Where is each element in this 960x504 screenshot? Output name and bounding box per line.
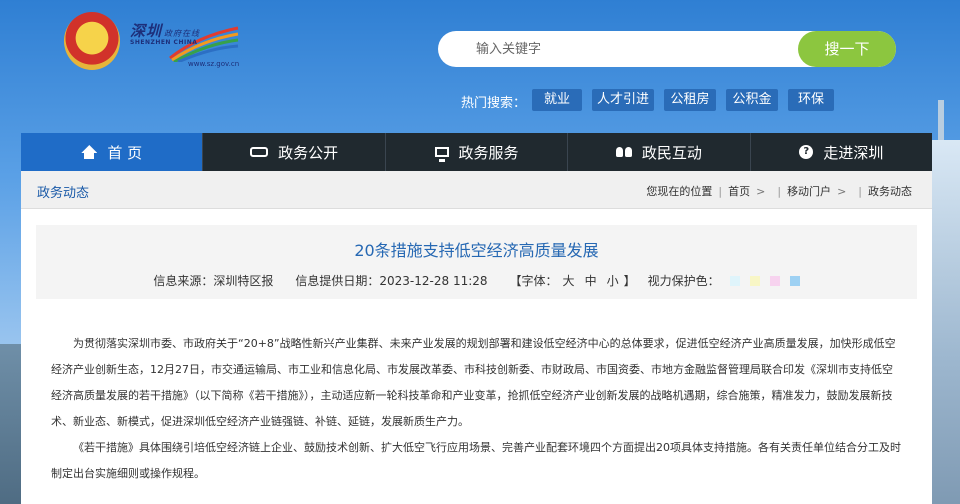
hot-tag-talent[interactable]: 人才引进 (592, 89, 654, 111)
nav-home-label: 首 页 (107, 143, 143, 162)
home-icon (81, 145, 97, 159)
nav-about-shenzhen-label: 走进深圳 (823, 143, 884, 162)
skyline-decoration-left (0, 344, 22, 504)
monitor-icon (434, 147, 449, 162)
font-size-small[interactable]: 小 (607, 272, 619, 289)
hot-tag-housing-fund[interactable]: 公积金 (726, 89, 778, 111)
article-header: 20条措施支持低空经济高质量发展 信息来源：深圳特区报 信息提供日期：2023-… (36, 225, 917, 299)
breadcrumb: 您现在的位置 | 首页 > | 移动门户 > | 政务动态 (646, 183, 912, 199)
nav-about-shenzhen[interactable]: ? 走进深圳 (751, 133, 932, 171)
nav-home[interactable]: 首 页 (21, 133, 204, 171)
national-emblem-icon (64, 12, 120, 70)
location-label: 您现在的位置 (646, 185, 713, 198)
skyline-decoration-right (930, 100, 960, 504)
article-date: 信息提供日期：2023-12-28 11:28 (295, 274, 488, 288)
breadcrumb-divider: | (718, 184, 723, 198)
logo-url-text: www.sz.gov.cn (188, 60, 240, 68)
search-box: 搜一下 (438, 31, 896, 67)
font-size-close: 】 (623, 274, 636, 288)
gov-icon (250, 147, 269, 157)
hot-tag-employment[interactable]: 就业 (532, 89, 582, 111)
font-size-medium[interactable]: 中 (585, 272, 597, 289)
breadcrumb-divider: | (777, 184, 782, 198)
nav-interaction-label: 政民互动 (641, 143, 702, 162)
main-nav: 首 页 政务公开 政务服务 政民互动 ? 走进深圳 (21, 133, 932, 171)
breadcrumb-mobile-portal[interactable]: 移动门户 (787, 183, 831, 199)
breadcrumb-current[interactable]: 政务动态 (868, 183, 912, 199)
section-title[interactable]: 政务动态 (37, 182, 89, 201)
article-paragraph: 《若干措施》具体围绕引培低空经济链上企业、鼓励技术创新、扩大低空飞行应用场景、完… (51, 441, 901, 480)
logo-chinese-text: 深圳 政府在线 (130, 22, 201, 40)
hot-tag-public-housing[interactable]: 公租房 (664, 89, 716, 111)
article-title: 20条措施支持低空经济高质量发展 (354, 241, 599, 260)
hot-search-tags: 就业 人才引进 公租房 公积金 环保 (532, 89, 834, 111)
people-icon (615, 145, 632, 159)
article-paragraph: 为贯彻落实深圳市委、市政府关于“20+8”战略性新兴产业集群、未来产业发展的规划… (51, 337, 896, 428)
nav-interaction[interactable]: 政民互动 (568, 133, 751, 171)
chevron-right-icon: > (837, 184, 847, 198)
nav-gov-affairs-label: 政务公开 (278, 143, 339, 162)
breadcrumb-home[interactable]: 首页 (728, 183, 750, 199)
color-swatch-pink[interactable] (769, 275, 780, 286)
hot-tag-environment[interactable]: 环保 (788, 89, 834, 111)
breadcrumb-bar: 政务动态 您现在的位置 | 首页 > | 移动门户 > | 政务动态 (21, 171, 932, 209)
nav-gov-affairs[interactable]: 政务公开 (203, 133, 386, 171)
eye-protect-label: 视力保护色： (647, 274, 720, 288)
info-icon: ? (799, 145, 814, 159)
color-swatch-yellow[interactable] (749, 275, 760, 286)
article-meta: 信息来源：深圳特区报 信息提供日期：2023-12-28 11:28 【字体： … (36, 272, 917, 289)
breadcrumb-divider: | (858, 184, 862, 198)
hot-search-label: 热门搜索： (461, 96, 527, 111)
nav-gov-services[interactable]: 政务服务 (386, 133, 569, 171)
article-content: 20条措施支持低空经济高质量发展 信息来源：深圳特区报 信息提供日期：2023-… (21, 209, 932, 504)
search-button[interactable]: 搜一下 (798, 31, 896, 67)
color-swatch-cyan[interactable] (729, 275, 740, 286)
article-body: 为贯彻落实深圳市委、市政府关于“20+8”战略性新兴产业集群、未来产业发展的规划… (51, 331, 903, 487)
font-size-label: 【字体： (509, 274, 558, 288)
logo-english-text: SHENZHEN CHINA (130, 39, 198, 46)
search-input[interactable] (476, 31, 786, 67)
nav-gov-services-label: 政务服务 (458, 143, 519, 162)
site-logo[interactable]: 深圳 政府在线 SHENZHEN CHINA www.sz.gov.cn (128, 20, 248, 72)
font-size-large[interactable]: 大 (563, 272, 575, 289)
color-swatch-blue[interactable] (789, 275, 800, 286)
chevron-right-icon: > (756, 184, 766, 198)
article-source: 信息来源：深圳特区报 (153, 274, 274, 288)
site-header: 深圳政府在线 SHENZHEN CHINA www.sz.gov.cn 搜一下 … (0, 0, 960, 132)
